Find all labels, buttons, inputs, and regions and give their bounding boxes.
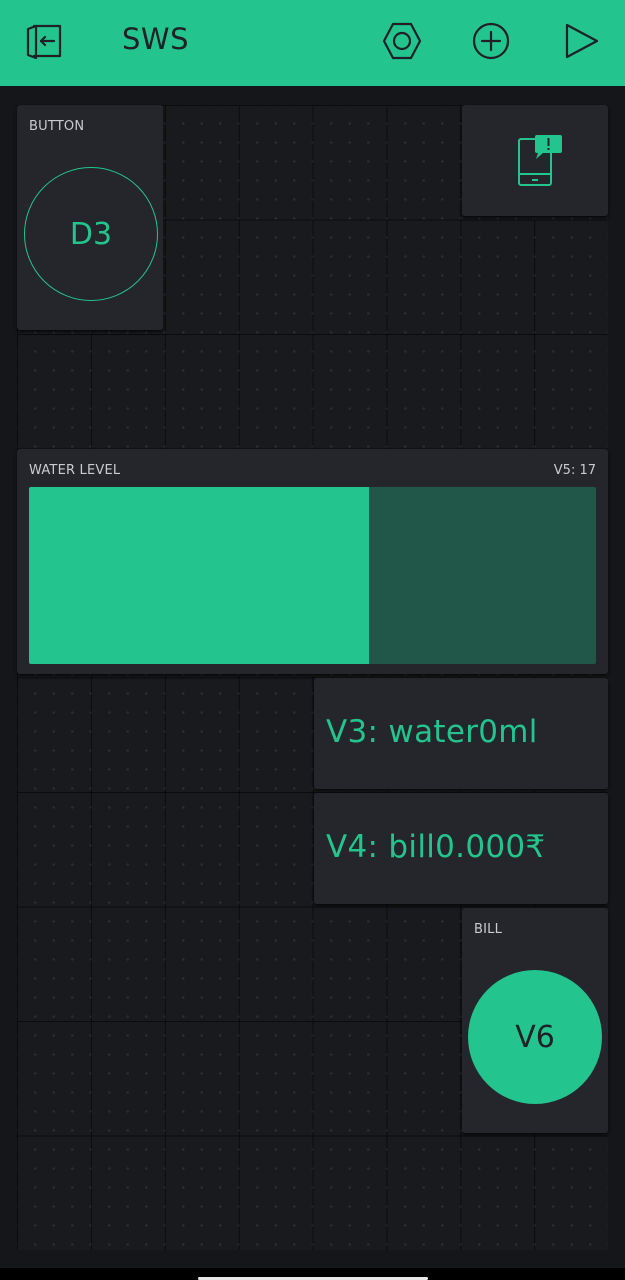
water-level-value: V5: 17 xyxy=(553,463,596,478)
v3-value-display: V3: water0ml xyxy=(314,678,608,789)
v4-value-display: V4: bill0.000₹ xyxy=(314,793,608,904)
phone-notification-icon xyxy=(518,135,562,186)
v4-value-text: V4: bill0.000₹ xyxy=(326,829,546,865)
button-widget[interactable]: BUTTON D3 xyxy=(17,105,163,330)
v6-bill-button[interactable]: V6 xyxy=(468,970,602,1104)
water-level-bar xyxy=(29,487,596,664)
play-icon[interactable] xyxy=(560,20,602,62)
settings-nut-icon[interactable] xyxy=(381,20,423,62)
water-level-widget: WATER LEVEL V5: 17 xyxy=(17,449,608,674)
water-level-fill xyxy=(29,487,370,664)
bill-widget-label: BILL xyxy=(474,922,503,937)
notification-widget[interactable] xyxy=(462,105,608,216)
water-level-label: WATER LEVEL xyxy=(29,463,121,478)
button-widget-label: BUTTON xyxy=(29,119,85,134)
exit-icon[interactable] xyxy=(24,20,66,62)
d3-toggle-button[interactable]: D3 xyxy=(24,167,158,301)
app-title: SWS xyxy=(122,22,189,56)
add-icon[interactable] xyxy=(470,20,512,62)
app-bar: SWS xyxy=(0,0,625,86)
bill-widget[interactable]: BILL V6 xyxy=(462,908,608,1133)
v3-value-text: V3: water0ml xyxy=(326,714,538,750)
